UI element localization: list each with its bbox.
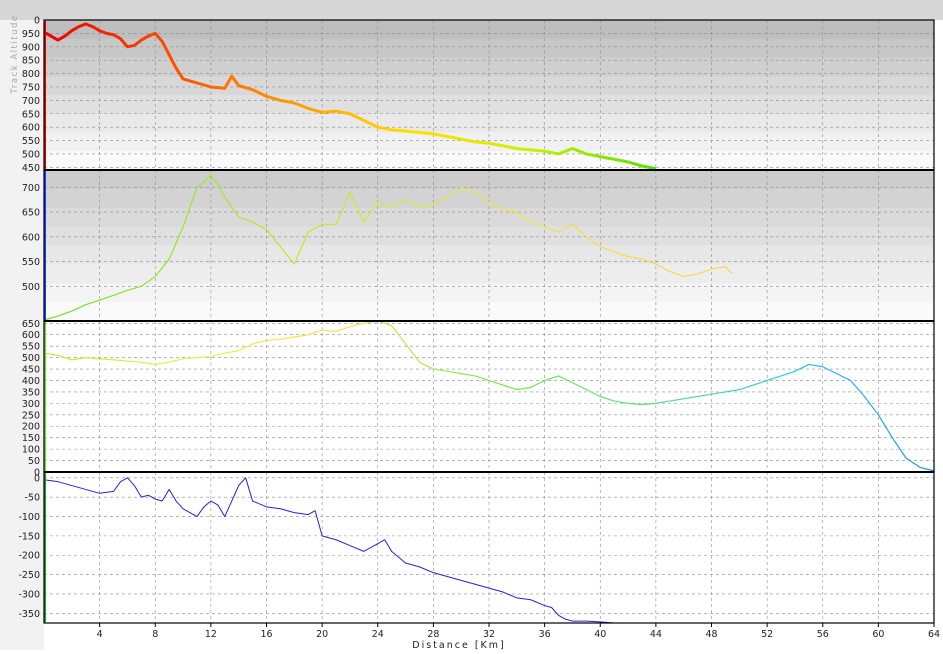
y-tick-label: 550: [22, 257, 40, 268]
y-tick-label: -150: [18, 531, 40, 542]
x-tick-label: 60: [872, 629, 884, 640]
y-tick-label: 400: [22, 376, 40, 387]
chart-svg: 0950900850800750700650600550500450700650…: [0, 0, 943, 651]
panel-2: 700 650 600 550 500: [22, 169, 935, 322]
x-tick-label: 4: [97, 629, 103, 640]
y-tick-label: 100: [22, 445, 40, 456]
x-tick-label: 64: [928, 629, 940, 640]
x-tick-label: 32: [483, 629, 495, 640]
y-tick-label: 50: [28, 456, 40, 467]
y-tick-label: 750: [22, 82, 40, 93]
x-tick-label: 16: [260, 629, 272, 640]
y-tick-label: -300: [18, 589, 40, 600]
panel-1: 0 950 900 850 800 750 700 650 600 550 500 450: [22, 16, 935, 174]
y-tick-label: -100: [18, 512, 40, 523]
y-tick-label: 250: [22, 410, 40, 421]
x-tick-label: 44: [650, 629, 662, 640]
panel-band: [44, 38, 934, 58]
y-tick-label: 450: [22, 365, 40, 376]
y-tick-label: 700: [22, 183, 40, 194]
y-tick-label: 300: [22, 399, 40, 410]
x-axis-label: Distance [Km]: [412, 640, 505, 650]
y-tick-label: 650: [22, 319, 40, 330]
y-tick-label: 550: [22, 136, 40, 147]
y-tick-label: 850: [22, 56, 40, 67]
y-tick-label: 600: [22, 232, 40, 243]
panel-4: 0 -50 -100 -150 -200 -250 -300 -350: [18, 471, 935, 624]
elevation-chart-stack: 0 950 900 850 800 750 700 650 600 550 500 450 700 650…: [0, 0, 943, 651]
x-tick-label: 48: [705, 629, 717, 640]
y-tick-label: 500: [22, 282, 40, 293]
x-tick-label: 56: [817, 629, 829, 640]
panel-band: [44, 302, 934, 322]
y-tick-label: 650: [22, 109, 40, 120]
x-tick-label: 52: [761, 629, 773, 640]
header-strip: [0, 0, 943, 20]
x-tick-label: 12: [205, 629, 217, 640]
y-tick-label: 150: [22, 433, 40, 444]
x-tick-label: 24: [372, 629, 384, 640]
y-tick-label: 650: [22, 208, 40, 219]
y-tick-label: 700: [22, 96, 40, 107]
y-tick-label: -350: [18, 609, 40, 620]
x-tick-label: 40: [594, 629, 606, 640]
x-tick-label: 8: [152, 629, 158, 640]
y-tick-label: 800: [22, 69, 40, 80]
y-tick-label: 450: [22, 163, 40, 174]
y-tick-label: 350: [22, 387, 40, 398]
y-tick-label: 0: [34, 473, 40, 484]
panel-3: 650600550500450400350300250200150100500: [22, 319, 935, 479]
y-tick-label: 600: [22, 330, 40, 341]
x-tick-label: 36: [539, 629, 551, 640]
x-tick-label: 20: [316, 629, 328, 640]
y-tick-label: 500: [22, 149, 40, 160]
y-tick-label: 550: [22, 342, 40, 353]
y-tick-label: 200: [22, 422, 40, 433]
y-tick-label: 900: [22, 42, 40, 53]
y-axis-label: Track Altitude: [10, 14, 20, 94]
panel-band: [44, 188, 934, 209]
y-tick-label: -200: [18, 551, 40, 562]
x-tick-label: 28: [427, 629, 439, 640]
y-tick-label: -50: [24, 493, 40, 504]
y-tick-label: 600: [22, 123, 40, 134]
y-tick-label: -250: [18, 570, 40, 581]
y-tick-label: 500: [22, 353, 40, 364]
y-tick-label: 950: [22, 29, 40, 40]
y-tick-label: 0: [34, 16, 40, 27]
